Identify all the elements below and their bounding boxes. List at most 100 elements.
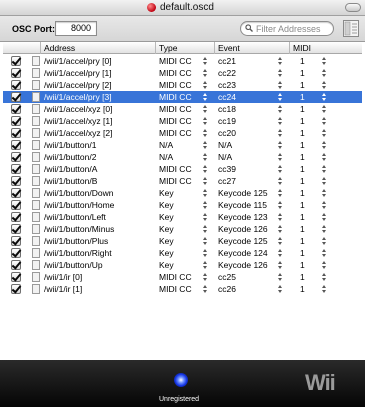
enabled-checkbox[interactable] [11, 164, 21, 174]
type-cell[interactable]: MIDI CC [159, 92, 192, 102]
midi-stepper-icon[interactable] [321, 116, 327, 126]
type-stepper-icon[interactable] [202, 104, 208, 114]
midi-stepper-icon[interactable] [321, 224, 327, 234]
type-cell[interactable]: Key [159, 224, 174, 234]
midi-cell[interactable]: 1 [300, 128, 305, 138]
event-stepper-icon[interactable] [277, 56, 283, 66]
event-cell[interactable]: cc23 [218, 80, 236, 90]
table-row[interactable]: /wii/1/accel/xyz [0] MIDI CC cc18 1 [3, 103, 362, 115]
event-cell[interactable]: cc27 [218, 176, 236, 186]
enabled-checkbox[interactable] [11, 248, 21, 258]
table-row[interactable]: /wii/1/button/Minus Key Keycode 126 1 [3, 223, 362, 235]
type-stepper-icon[interactable] [202, 260, 208, 270]
midi-stepper-icon[interactable] [321, 176, 327, 186]
type-stepper-icon[interactable] [202, 152, 208, 162]
enabled-checkbox[interactable] [11, 272, 21, 282]
event-cell[interactable]: cc25 [218, 272, 236, 282]
event-cell[interactable]: Keycode 126 [218, 224, 268, 234]
midi-stepper-icon[interactable] [321, 140, 327, 150]
event-cell[interactable]: Keycode 115 [218, 200, 267, 210]
midi-stepper-icon[interactable] [321, 272, 327, 282]
midi-stepper-icon[interactable] [321, 128, 327, 138]
type-stepper-icon[interactable] [202, 176, 208, 186]
midi-stepper-icon[interactable] [321, 164, 327, 174]
event-cell[interactable]: N/A [218, 140, 232, 150]
type-cell[interactable]: Key [159, 200, 174, 210]
event-cell[interactable]: cc21 [218, 56, 236, 66]
enabled-checkbox[interactable] [11, 104, 21, 114]
type-stepper-icon[interactable] [202, 68, 208, 78]
midi-cell[interactable]: 1 [300, 284, 305, 294]
event-cell[interactable]: Keycode 123 [218, 212, 268, 222]
enabled-checkbox[interactable] [11, 152, 21, 162]
table-row[interactable]: /wii/1/button/Down Key Keycode 125 1 [3, 187, 362, 199]
enabled-checkbox[interactable] [11, 176, 21, 186]
layout-icon[interactable] [343, 20, 359, 37]
event-stepper-icon[interactable] [277, 188, 283, 198]
enabled-checkbox[interactable] [11, 200, 21, 210]
table-row[interactable]: /wii/1/ir [1] MIDI CC cc26 1 [3, 283, 362, 295]
event-stepper-icon[interactable] [277, 176, 283, 186]
type-stepper-icon[interactable] [202, 116, 208, 126]
enabled-checkbox[interactable] [11, 140, 21, 150]
event-stepper-icon[interactable] [277, 140, 283, 150]
event-stepper-icon[interactable] [277, 224, 283, 234]
type-stepper-icon[interactable] [202, 200, 208, 210]
enabled-checkbox[interactable] [11, 236, 21, 246]
type-stepper-icon[interactable] [202, 236, 208, 246]
midi-stepper-icon[interactable] [321, 236, 327, 246]
table-row[interactable]: /wii/1/accel/pry [3] MIDI CC cc24 1 [3, 91, 362, 103]
midi-cell[interactable]: 1 [300, 116, 305, 126]
table-row[interactable]: /wii/1/button/A MIDI CC cc39 1 [3, 163, 362, 175]
type-cell[interactable]: MIDI CC [159, 164, 192, 174]
type-cell[interactable]: Key [159, 188, 174, 198]
type-stepper-icon[interactable] [202, 56, 208, 66]
table-row[interactable]: /wii/1/accel/xyz [1] MIDI CC cc19 1 [3, 115, 362, 127]
midi-cell[interactable]: 1 [300, 260, 305, 270]
event-cell[interactable]: cc19 [218, 116, 236, 126]
enabled-checkbox[interactable] [11, 128, 21, 138]
type-cell[interactable]: MIDI CC [159, 68, 192, 78]
event-cell[interactable]: N/A [218, 152, 232, 162]
enabled-checkbox[interactable] [11, 56, 21, 66]
column-header-address[interactable]: Address [44, 43, 75, 53]
event-stepper-icon[interactable] [277, 104, 283, 114]
enabled-checkbox[interactable] [11, 188, 21, 198]
midi-cell[interactable]: 1 [300, 152, 305, 162]
event-stepper-icon[interactable] [277, 284, 283, 294]
type-stepper-icon[interactable] [202, 128, 208, 138]
event-stepper-icon[interactable] [277, 272, 283, 282]
midi-cell[interactable]: 1 [300, 200, 305, 210]
type-cell[interactable]: MIDI CC [159, 272, 192, 282]
midi-cell[interactable]: 1 [300, 272, 305, 282]
enabled-checkbox[interactable] [11, 284, 21, 294]
midi-cell[interactable]: 1 [300, 164, 305, 174]
midi-cell[interactable]: 1 [300, 248, 305, 258]
table-row[interactable]: /wii/1/button/Home Key Keycode 115 1 [3, 199, 362, 211]
type-stepper-icon[interactable] [202, 188, 208, 198]
type-stepper-icon[interactable] [202, 92, 208, 102]
type-cell[interactable]: MIDI CC [159, 80, 192, 90]
event-stepper-icon[interactable] [277, 212, 283, 222]
midi-cell[interactable]: 1 [300, 176, 305, 186]
table-row[interactable]: /wii/1/button/Left Key Keycode 123 1 [3, 211, 362, 223]
column-header-type[interactable]: Type [159, 43, 177, 53]
enabled-checkbox[interactable] [11, 224, 21, 234]
event-stepper-icon[interactable] [277, 236, 283, 246]
event-cell[interactable]: Keycode 125 [218, 236, 268, 246]
midi-cell[interactable]: 1 [300, 140, 305, 150]
column-header-event[interactable]: Event [218, 43, 240, 53]
type-stepper-icon[interactable] [202, 224, 208, 234]
table-row[interactable]: /wii/1/accel/xyz [2] MIDI CC cc20 1 [3, 127, 362, 139]
type-stepper-icon[interactable] [202, 248, 208, 258]
type-cell[interactable]: Key [159, 236, 174, 246]
event-stepper-icon[interactable] [277, 68, 283, 78]
event-cell[interactable]: cc39 [218, 164, 236, 174]
event-cell[interactable]: Keycode 126 [218, 260, 268, 270]
midi-cell[interactable]: 1 [300, 68, 305, 78]
event-cell[interactable]: cc18 [218, 104, 236, 114]
enabled-checkbox[interactable] [11, 92, 21, 102]
table-row[interactable]: /wii/1/accel/pry [0] MIDI CC cc21 1 [3, 55, 362, 67]
type-stepper-icon[interactable] [202, 272, 208, 282]
enabled-checkbox[interactable] [11, 212, 21, 222]
